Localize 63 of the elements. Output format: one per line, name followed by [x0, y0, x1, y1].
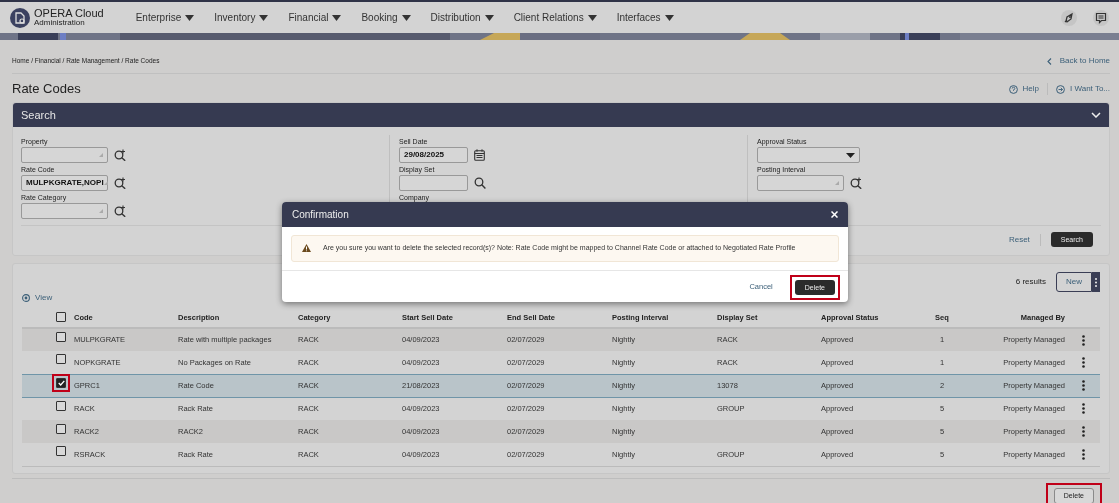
- view-link[interactable]: View: [22, 292, 53, 305]
- date-field[interactable]: 29/08/2025: [399, 147, 468, 163]
- caret-icon: [332, 14, 342, 21]
- row-checkbox[interactable]: [56, 423, 66, 434]
- caret-icon: [401, 14, 411, 21]
- app-name: OPERA Cloud: [34, 8, 104, 19]
- app-subtitle: Administration: [34, 19, 86, 27]
- chevron-left-icon: [1046, 57, 1052, 65]
- panel-title: Search: [21, 107, 56, 123]
- menu-item[interactable]: Client Relations: [513, 10, 597, 25]
- lookup-icon[interactable]: [850, 177, 862, 189]
- search-icon[interactable]: [474, 177, 486, 189]
- close-icon[interactable]: [831, 211, 838, 218]
- caret-icon: [185, 14, 195, 21]
- dropdown-field[interactable]: [757, 147, 860, 163]
- row-checkbox[interactable]: [56, 332, 66, 343]
- menu-item[interactable]: Distribution: [430, 10, 494, 25]
- help-icon: [1008, 84, 1018, 94]
- lookup-icon[interactable]: [114, 177, 126, 189]
- more-icon[interactable]: [1082, 448, 1085, 460]
- row-checkbox[interactable]: [56, 377, 66, 388]
- menu-item[interactable]: Booking: [361, 10, 411, 25]
- results-count: 6 results: [1015, 276, 1046, 289]
- select-all-checkbox[interactable]: [56, 312, 66, 323]
- lookup-icon[interactable]: [114, 149, 126, 161]
- dropdown-icon[interactable]: [846, 152, 855, 158]
- menu-item[interactable]: Interfaces: [616, 10, 674, 25]
- row-checkbox[interactable]: [56, 400, 66, 411]
- row-checkbox[interactable]: [56, 354, 66, 365]
- more-icon[interactable]: [1082, 426, 1085, 438]
- collapse-icon[interactable]: [1091, 112, 1101, 118]
- chat-icon[interactable]: [1093, 9, 1109, 26]
- dialog-title: Confirmation: [292, 208, 349, 222]
- new-button[interactable]: New: [1056, 272, 1092, 293]
- back-link[interactable]: Back to Home: [1046, 55, 1110, 67]
- more-icon[interactable]: [1082, 380, 1085, 392]
- search-field[interactable]: [399, 175, 468, 191]
- lookup-field[interactable]: [757, 175, 844, 191]
- menu-item[interactable]: Financial: [288, 10, 342, 25]
- page-title: Rate Codes: [12, 81, 81, 97]
- menu-item[interactable]: Inventory: [214, 10, 269, 25]
- more-icon[interactable]: [1082, 403, 1085, 415]
- more-icon[interactable]: [1082, 334, 1085, 346]
- caret-icon: [664, 14, 674, 21]
- lookup-icon[interactable]: [114, 205, 126, 217]
- arrow-circle-icon: [1056, 84, 1065, 94]
- caret-icon: [259, 14, 269, 21]
- caret-icon: [484, 14, 494, 21]
- i-want-to-link[interactable]: I Want To...: [1056, 83, 1110, 95]
- calendar-icon[interactable]: [474, 149, 485, 161]
- reset-link[interactable]: Reset: [1008, 233, 1030, 246]
- help-link[interactable]: Help: [1008, 83, 1039, 95]
- logo-icon: [10, 7, 30, 28]
- warning-icon: [302, 244, 311, 253]
- more-icon[interactable]: [1082, 356, 1085, 368]
- check-icon: [57, 379, 65, 386]
- gear-icon: [22, 294, 30, 303]
- lookup-field[interactable]: MULPKGRATE,NOPI: [21, 175, 108, 191]
- lookup-field[interactable]: [21, 147, 108, 163]
- row-checkbox[interactable]: [56, 446, 66, 457]
- menu-item[interactable]: Enterprise: [135, 10, 195, 25]
- caret-icon: [587, 14, 597, 21]
- lookup-field[interactable]: [21, 203, 108, 219]
